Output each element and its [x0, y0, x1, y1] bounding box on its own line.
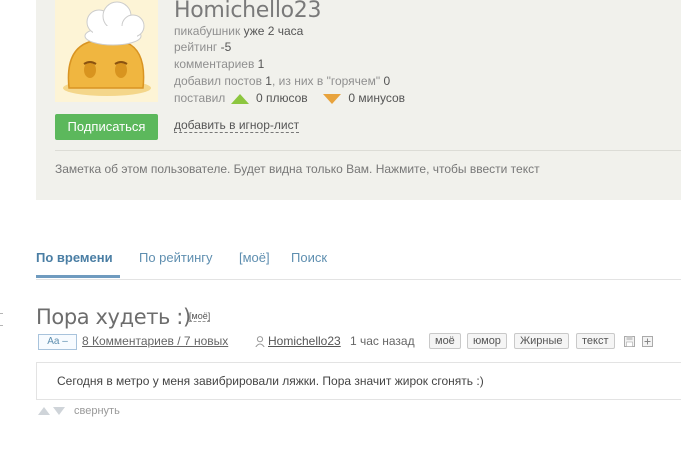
add-to-ignore-link[interactable]: добавить в игнор-лист — [174, 118, 300, 133]
tab-search[interactable]: Поиск — [291, 250, 327, 265]
stat-comments: комментариев 1 — [174, 57, 264, 71]
stat-age-value: уже 2 часа — [243, 24, 304, 38]
post-content: Сегодня в метро у меня завибрировали ляж… — [57, 374, 484, 388]
divider — [55, 150, 681, 151]
tag-item[interactable]: юмор — [467, 333, 507, 349]
tab-mine[interactable]: [моё] — [239, 250, 270, 265]
stat-hot-value: 0 — [383, 74, 391, 88]
stat-posts: добавил постов 1, из них в "горячем" 0 — [174, 74, 390, 88]
collapse-link[interactable]: свернуть — [74, 405, 120, 417]
stat-minuses-value: 0 минусов — [348, 91, 406, 105]
active-tab-indicator — [36, 275, 120, 278]
tag-item[interactable]: моё — [429, 333, 461, 349]
stat-posts-value: 1 — [265, 74, 272, 88]
stat-comments-label: комментариев — [174, 57, 255, 71]
post-content-box: Сегодня в метро у меня завибрировали ляж… — [36, 362, 681, 400]
profile-username: Homichello23 — [174, 0, 322, 23]
thumb-down-triangle-icon — [323, 93, 342, 104]
stat-age-label: пикабушник — [174, 24, 241, 38]
tag-item[interactable]: текст — [576, 333, 615, 349]
stat-posts-label: добавил постов — [174, 74, 262, 88]
post-title[interactable]: Пора худеть :) — [36, 305, 191, 329]
subscribe-button[interactable]: Подписаться — [55, 114, 158, 140]
stat-rating-label: рейтинг — [174, 40, 218, 54]
vote-arrows-icon[interactable] — [38, 407, 68, 416]
left-edge-mark — [0, 313, 3, 314]
stat-hot-label: , из них в "горячем" — [271, 74, 381, 88]
left-edge-mark — [0, 325, 3, 326]
comments-link[interactable]: 8 Комментариев / 7 новых — [82, 334, 228, 348]
stat-comments-value: 1 — [257, 57, 265, 71]
stat-age: пикабушник уже 2 часа — [174, 24, 303, 38]
stat-pluses-value: 0 плюсов — [255, 91, 308, 105]
tabs-divider — [36, 279, 681, 280]
chef-bun-avatar-icon — [55, 0, 158, 102]
post-mine-tag: [моё] — [189, 311, 211, 322]
user-icon — [255, 336, 265, 347]
tab-by-time[interactable]: По времени — [36, 250, 113, 265]
save-icon[interactable] — [624, 336, 635, 347]
user-avatar — [55, 0, 158, 102]
post-time: 1 час назад — [350, 334, 415, 348]
post-meta-row: Aa – 8 Комментариев / 7 новых Homichello… — [0, 333, 681, 351]
tab-by-rating[interactable]: По рейтингу — [139, 250, 213, 265]
user-note-field[interactable]: Заметка об этом пользователе. Будет видн… — [55, 162, 540, 176]
author-link[interactable]: Homichello23 — [268, 334, 341, 348]
tag-item[interactable]: Жирные — [514, 333, 569, 349]
stat-votes-label: поставил — [174, 91, 226, 105]
font-size-toggle[interactable]: Aa – — [38, 334, 77, 350]
stat-rating-value: -5 — [220, 40, 232, 54]
stat-rating: рейтинг -5 — [174, 40, 231, 54]
plus-box-icon[interactable] — [642, 336, 653, 347]
stat-votes: поставил 0 плюсов 0 минусов — [174, 91, 405, 105]
thumb-up-triangle-icon — [230, 93, 249, 104]
